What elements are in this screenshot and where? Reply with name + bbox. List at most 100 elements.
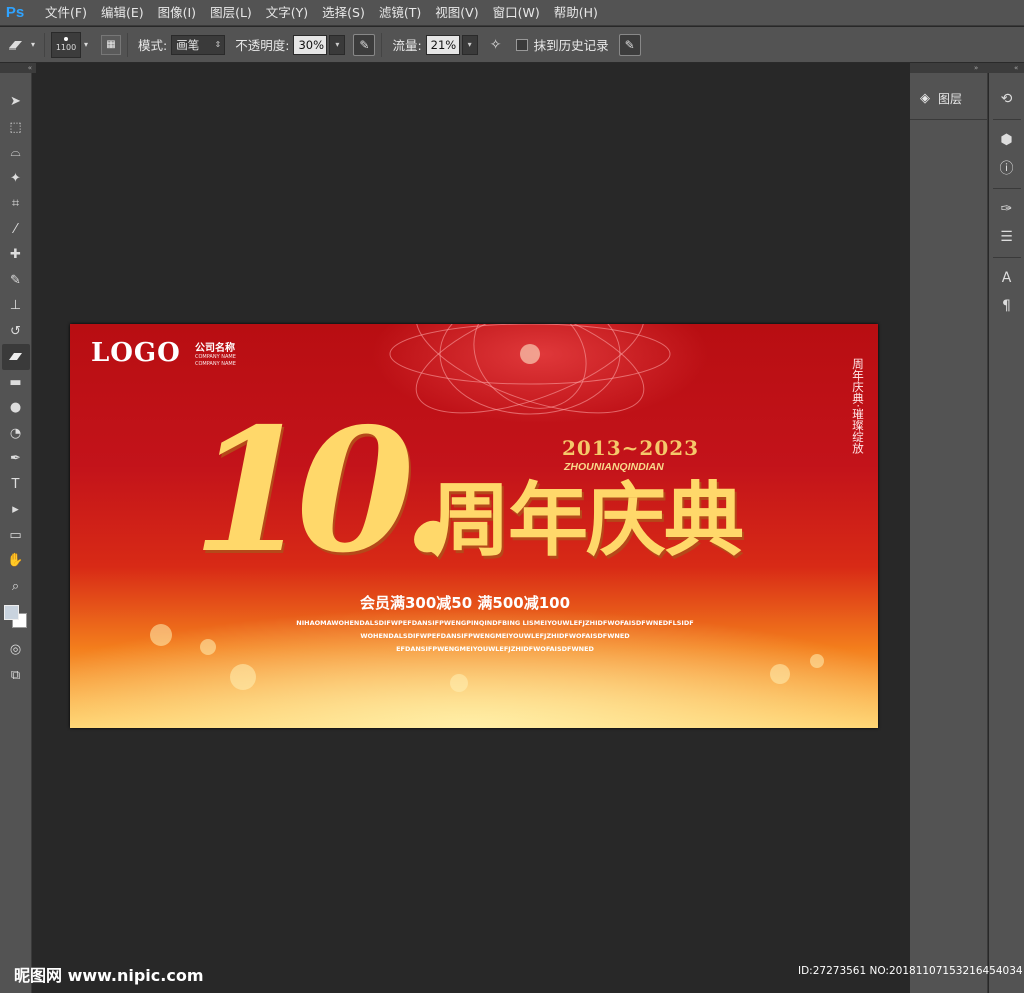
options-bar: ▾ 1100 ▾ ▦ 模式: 画笔 ⇕ 不透明度: 30% ▾ ✎ 流量: 21… — [0, 27, 1024, 63]
hand-tool-icon[interactable]: ✋ — [2, 548, 30, 574]
pressure-size-icon[interactable]: ✎ — [618, 33, 641, 56]
divider — [992, 188, 1021, 189]
clone-stamp-tool-icon[interactable]: ⊥ — [2, 293, 30, 319]
menu-select[interactable]: 选择(S) — [315, 0, 372, 26]
brush-dropdown-icon[interactable]: ▾ — [81, 34, 91, 56]
decorative-text-line: NIHAOMAWOHENDALSDIFWPEFDANSIFPWENGPINQIN… — [296, 619, 694, 627]
blur-tool-icon[interactable]: ● — [2, 395, 30, 421]
photoshop-logo: Ps — [5, 4, 25, 21]
info-panel-icon[interactable]: ⓘ — [992, 154, 1022, 182]
menu-layer[interactable]: 图层(L) — [203, 0, 259, 26]
move-tool-icon[interactable]: ➤ — [2, 89, 30, 115]
bokeh-light — [770, 664, 790, 684]
mode-select[interactable]: 画笔 ⇕ — [171, 34, 226, 55]
divider — [992, 257, 1021, 258]
side-slogan: 周年庆典·璀璨绽放 — [851, 358, 865, 454]
paragraph-panel-icon[interactable]: ¶ — [992, 292, 1022, 320]
layers-panel-collapsed: ◈ 图层 — [910, 73, 988, 993]
flow-dropdown-icon[interactable]: ▾ — [461, 34, 478, 55]
menu-window[interactable]: 窗口(W) — [486, 0, 547, 26]
toolbox: ➤ ⬚ ⌓ ✦ ⌗ ⁄ ✚ ✎ ⊥ ↺ ▬ ● ◔ ✒ T ▸ ▭ ✋ ⌕ ◎ … — [0, 73, 32, 993]
bokeh-light — [230, 664, 256, 690]
flow-value: 21% — [430, 37, 457, 52]
airbrush-icon[interactable]: ✧ — [484, 33, 508, 57]
opacity-input[interactable]: 30% — [293, 34, 328, 55]
marquee-tool-icon[interactable]: ⬚ — [2, 115, 30, 141]
foreground-color-swatch[interactable] — [3, 605, 19, 620]
anniversary-title: 周年庆典 — [430, 474, 744, 567]
layers-panel-tab[interactable]: ◈ 图层 — [912, 85, 984, 111]
history-panel-icon[interactable]: ⟲ — [992, 85, 1022, 113]
erase-history-checkbox[interactable] — [515, 38, 528, 51]
company-name-en: COMPANY NAME — [195, 361, 236, 367]
opacity-value: 30% — [298, 37, 324, 52]
dodge-tool-icon[interactable]: ◔ — [2, 421, 30, 447]
zoom-tool-icon[interactable]: ⌕ — [2, 574, 30, 600]
company-name-block: 公司名称 COMPANY NAME COMPANY NAME — [195, 339, 236, 368]
brush-panel-toggle-icon[interactable]: ▦ — [101, 34, 121, 55]
eraser-tool-icon[interactable] — [1, 344, 30, 370]
menu-image[interactable]: 图像(I) — [151, 0, 203, 26]
opacity-label: 不透明度: — [235, 38, 290, 53]
rectangle-tool-icon[interactable]: ▭ — [2, 523, 30, 549]
divider — [992, 119, 1021, 120]
document-canvas[interactable]: LOGO 公司名称 COMPANY NAME COMPANY NAME 周年庆典… — [70, 324, 878, 728]
toolbox-collapse-icon[interactable]: « — [0, 63, 36, 73]
decorative-text-block: NIHAOMAWOHENDALSDIFWPEFDANSIFPWENGPINQIN… — [270, 617, 720, 656]
magic-wand-tool-icon[interactable]: ✦ — [2, 166, 30, 192]
promo-text: 会员满300减50 满500减100 — [360, 594, 571, 612]
brush-panel-icon[interactable]: ✑ — [992, 195, 1022, 223]
panel-expand-icon[interactable]: « — [1014, 63, 1018, 73]
panel-dock-header: » « — [910, 63, 1024, 73]
quick-mask-icon[interactable]: ◎ — [2, 637, 30, 663]
watermark-left: 昵图网 www.nipic.com — [14, 966, 204, 985]
menu-edit[interactable]: 编辑(E) — [94, 0, 151, 26]
panel-icon-strip: ⟲ ⬢ ⓘ ✑ ☰ A ¶ — [989, 73, 1024, 993]
flow-label: 流量: — [392, 38, 422, 53]
mode-label: 模式: — [138, 38, 168, 53]
brush-dot-icon — [64, 37, 68, 41]
color-swatches[interactable] — [2, 603, 30, 633]
divider — [127, 32, 128, 57]
gradient-tool-icon[interactable]: ▬ — [2, 370, 30, 396]
screen-mode-icon[interactable]: ⧉ — [2, 663, 30, 689]
brush-size-value: 1100 — [55, 43, 77, 52]
bokeh-light — [450, 674, 468, 692]
pen-tool-icon[interactable]: ✒ — [2, 446, 30, 472]
tool-preset-dropdown-icon[interactable]: ▾ — [28, 34, 38, 56]
pressure-opacity-icon[interactable]: ✎ — [353, 33, 376, 56]
path-selection-tool-icon[interactable]: ▸ — [2, 497, 30, 523]
divider — [44, 32, 45, 57]
bokeh-light — [810, 654, 824, 668]
type-tool-icon[interactable]: T — [2, 472, 30, 498]
menu-type[interactable]: 文字(Y) — [259, 0, 315, 26]
layers-label: 图层 — [938, 91, 963, 106]
lasso-tool-icon[interactable]: ⌓ — [2, 140, 30, 166]
opacity-dropdown-icon[interactable]: ▾ — [329, 34, 346, 55]
stepper-icon: ⇕ — [214, 40, 222, 49]
mode-value: 画笔 — [176, 37, 200, 52]
decorative-text-line: EFDANSIFPWENGMEIYOUWLEFJZHIDFWOFAISDFWNE… — [396, 645, 594, 653]
eyedropper-tool-icon[interactable]: ⁄ — [2, 217, 30, 243]
company-name-en: COMPANY NAME — [195, 354, 236, 360]
decorative-text-line: WOHENDALSDIFWPEFDANSIFPWENGMEIYOUWLEFJZH… — [360, 632, 630, 640]
character-panel-icon[interactable]: A — [992, 264, 1022, 292]
brush-tool-icon[interactable]: ✎ — [2, 268, 30, 294]
healing-brush-tool-icon[interactable]: ✚ — [2, 242, 30, 268]
3d-panel-icon[interactable]: ⬢ — [992, 126, 1022, 154]
divider — [910, 119, 988, 120]
menu-file[interactable]: 文件(F) — [38, 0, 94, 26]
watermark-right: ID:27273561 NO:20181107153216454034 — [798, 965, 1023, 977]
menu-view[interactable]: 视图(V) — [428, 0, 485, 26]
history-brush-tool-icon[interactable]: ↺ — [2, 319, 30, 345]
brush-size-picker[interactable]: 1100 — [51, 31, 81, 58]
anniversary-number: 10. — [192, 391, 460, 591]
canvas-logo-text: LOGO — [91, 338, 181, 368]
adjustments-panel-icon[interactable]: ☰ — [992, 223, 1022, 251]
crop-tool-icon[interactable]: ⌗ — [2, 191, 30, 217]
menu-help[interactable]: 帮助(H) — [547, 0, 605, 26]
flow-input[interactable]: 21% — [425, 34, 460, 55]
eraser-tool-icon[interactable] — [4, 33, 28, 57]
menu-filter[interactable]: 滤镜(T) — [372, 0, 428, 26]
panel-collapse-icon[interactable]: » — [974, 63, 978, 73]
